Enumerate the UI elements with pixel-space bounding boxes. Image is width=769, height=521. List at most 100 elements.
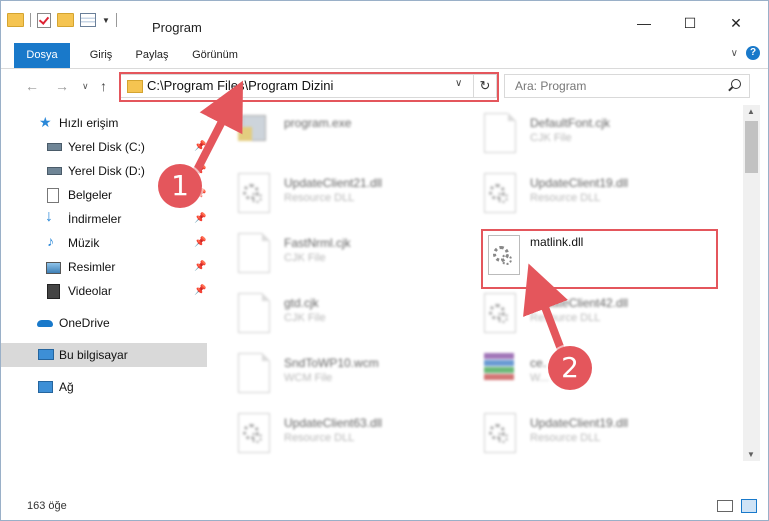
- address-highlight-box: [119, 72, 499, 102]
- documents-icon: [47, 188, 59, 203]
- file-item[interactable]: UpdateClient19.dll Resource DLL: [484, 411, 704, 461]
- sidebar-item-videos[interactable]: Videolar 📌: [1, 279, 207, 303]
- sidebar-item-label: Bu bilgisayar: [59, 348, 128, 362]
- file-name: SndToWP10.wcm: [284, 356, 379, 370]
- tab-gorunum[interactable]: Görünüm: [185, 43, 245, 68]
- status-bar: 163 öğe: [1, 491, 768, 520]
- download-icon: ↓: [45, 208, 53, 225]
- navigation-pane: ★ Hızlı erişim Yerel Disk (C:) 📌 Yerel D…: [1, 105, 208, 459]
- dll-icon: [484, 293, 516, 333]
- file-type: Resource DLL: [530, 432, 601, 444]
- window-title: Program: [152, 20, 202, 35]
- callout-1: 1: [158, 164, 202, 208]
- file-name: gtd.cjk: [284, 296, 319, 310]
- sidebar-item-label: Belgeler: [68, 188, 113, 202]
- sidebar-item-local-disk-c[interactable]: Yerel Disk (C:) 📌: [1, 135, 207, 159]
- file-icon: [484, 113, 516, 153]
- back-arrow-icon[interactable]: ←: [25, 78, 39, 94]
- file-item[interactable]: DefaultFont.cjk CJK File: [484, 111, 704, 161]
- file-type: CJK File: [284, 312, 326, 324]
- sidebar-item-label: Videolar: [68, 284, 112, 298]
- file-item[interactable]: UpdateClient63.dll Resource DLL: [238, 411, 458, 461]
- file-name: UpdateClient21.dll: [284, 176, 383, 190]
- recent-locations-icon[interactable]: ∨: [82, 81, 89, 92]
- properties-check-icon[interactable]: [37, 12, 51, 28]
- sidebar-item-label: OneDrive: [59, 316, 110, 330]
- up-arrow-icon[interactable]: ↑: [100, 78, 107, 94]
- scroll-up-icon[interactable]: ▲: [747, 107, 755, 116]
- pin-icon[interactable]: 📌: [194, 213, 206, 224]
- search-box[interactable]: Ara: Program: [504, 74, 750, 98]
- sidebar-item-label: Yerel Disk (C:): [68, 140, 145, 154]
- ribbon-expand-icon[interactable]: ∨: [731, 48, 738, 59]
- large-icons-view-icon[interactable]: [741, 499, 757, 513]
- file-type: CJK File: [530, 132, 572, 144]
- new-folder-icon[interactable]: [57, 13, 74, 27]
- file-name: FastNrml.cjk: [284, 236, 351, 250]
- callout-2: 2: [548, 346, 592, 390]
- sidebar-item-label: İndirmeler: [68, 212, 122, 226]
- file-item[interactable]: ce...es.cab W... Archive: [484, 351, 704, 401]
- file-item[interactable]: UpdateClient19.dll Resource DLL: [484, 171, 704, 221]
- dll-icon: [238, 413, 270, 453]
- sidebar-item-label: Resimler: [68, 260, 116, 274]
- details-view-icon[interactable]: [717, 500, 733, 512]
- sidebar-item-downloads[interactable]: ↓ İndirmeler 📌: [1, 207, 207, 231]
- sidebar-item-onedrive[interactable]: OneDrive: [1, 311, 207, 335]
- file-type: WCM File: [284, 372, 333, 384]
- scrollbar-thumb[interactable]: [745, 121, 758, 173]
- cloud-icon: [37, 320, 53, 327]
- forward-arrow-icon[interactable]: →: [55, 78, 69, 94]
- pin-icon[interactable]: 📌: [194, 237, 206, 248]
- search-icon[interactable]: [731, 79, 741, 89]
- help-icon[interactable]: ?: [746, 46, 760, 60]
- folder-icon[interactable]: [7, 13, 24, 27]
- file-icon: [238, 293, 270, 333]
- tab-giris[interactable]: Giriş: [81, 43, 121, 68]
- vertical-scrollbar[interactable]: ▲ ▼: [743, 105, 760, 461]
- file-icon: [238, 353, 270, 393]
- drive-icon: [47, 143, 62, 151]
- sidebar-item-quick-access[interactable]: ★ Hızlı erişim: [1, 111, 207, 135]
- sidebar-item-label: Yerel Disk (D:): [68, 164, 145, 178]
- file-type: Resource DLL: [530, 312, 601, 324]
- pin-icon[interactable]: 📌: [194, 141, 206, 152]
- file-item[interactable]: SndToWP10.wcm WCM File: [238, 351, 458, 401]
- pin-icon[interactable]: 📌: [194, 261, 206, 272]
- close-button[interactable]: ✕: [713, 15, 759, 32]
- dll-icon: [484, 413, 516, 453]
- dll-icon: [484, 173, 516, 213]
- archive-icon: [484, 353, 514, 391]
- file-name: DefaultFont.cjk: [530, 116, 611, 130]
- file-name: UpdateClient19.dll: [530, 176, 629, 190]
- scroll-down-icon[interactable]: ▼: [747, 450, 755, 459]
- file-item[interactable]: UpdateClient21.dll Resource DLL: [238, 171, 458, 221]
- file-item[interactable]: program.exe: [238, 111, 458, 161]
- ribbon-tabs: Dosya Giriş Paylaş Görünüm ∨ ?: [1, 43, 768, 69]
- quick-access-toolbar: ▼: [7, 11, 117, 29]
- minimize-button[interactable]: —: [621, 15, 667, 31]
- tab-dosya[interactable]: Dosya: [14, 43, 70, 68]
- chevron-down-icon[interactable]: ▼: [102, 16, 110, 25]
- sidebar-item-music[interactable]: ♪ Müzik 📌: [1, 231, 207, 255]
- pictures-icon: [46, 262, 61, 274]
- file-name: program.exe: [284, 116, 352, 130]
- drive-icon: [47, 167, 62, 175]
- pin-icon[interactable]: 📌: [194, 285, 206, 296]
- file-item[interactable]: UpdateClient42.dll Resource DLL: [484, 291, 704, 341]
- file-item[interactable]: FastNrml.cjk CJK File: [238, 231, 458, 281]
- file-type: Resource DLL: [284, 432, 355, 444]
- exe-icon: [238, 113, 268, 151]
- videos-icon: [47, 284, 60, 299]
- sidebar-item-network[interactable]: Ağ: [1, 375, 207, 399]
- file-item[interactable]: gtd.cjk CJK File: [238, 291, 458, 341]
- sidebar-item-this-pc[interactable]: Bu bilgisayar: [1, 343, 207, 367]
- music-icon: ♪: [47, 233, 54, 249]
- tab-paylas[interactable]: Paylaş: [129, 43, 175, 68]
- properties-icon[interactable]: [80, 13, 96, 27]
- file-name: UpdateClient63.dll: [284, 416, 383, 430]
- sidebar-item-pictures[interactable]: Resimler 📌: [1, 255, 207, 279]
- sidebar-item-label: Hızlı erişim: [59, 116, 119, 130]
- network-icon: [38, 381, 53, 393]
- maximize-button[interactable]: ☐: [667, 15, 713, 32]
